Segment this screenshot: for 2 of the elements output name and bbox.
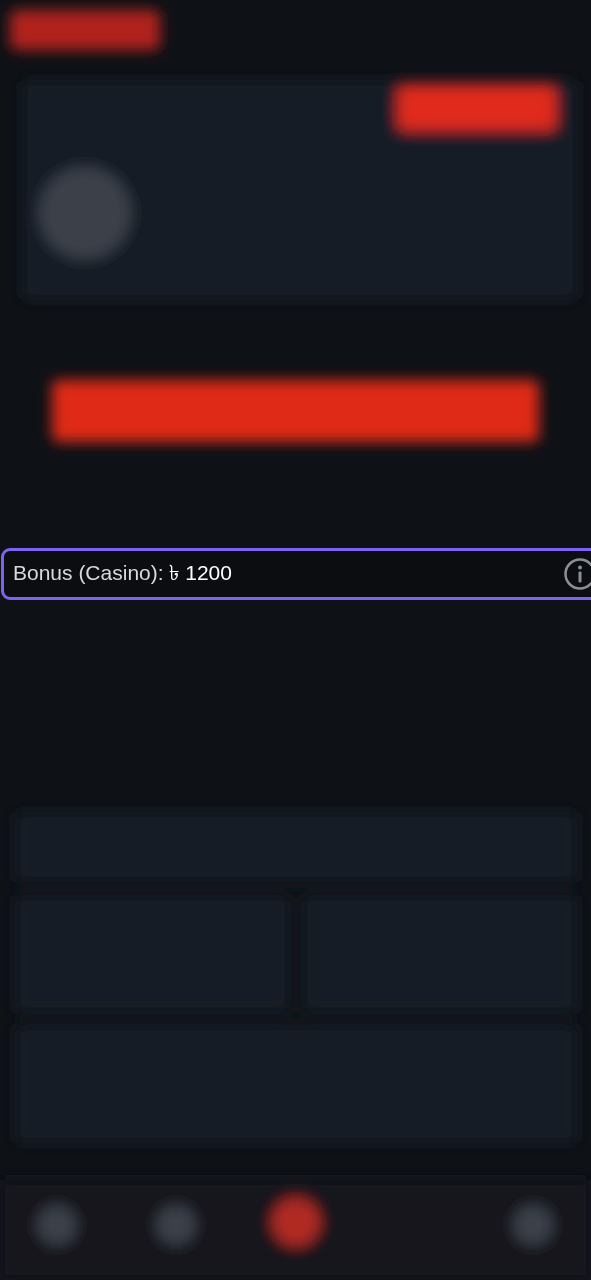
bonus-balance-text: Bonus (Casino): ৳ 1200 bbox=[13, 559, 232, 586]
info-icon[interactable] bbox=[564, 558, 591, 590]
